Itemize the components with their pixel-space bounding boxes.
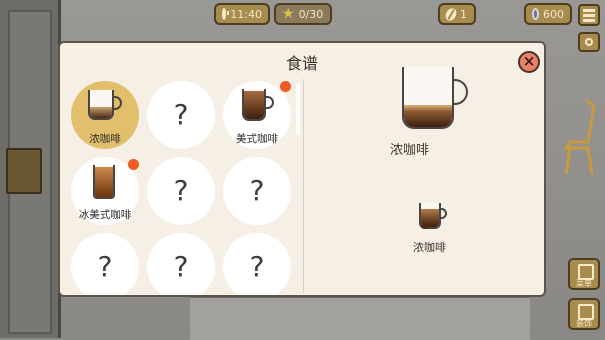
recipe-name: 美式咖啡 [236,133,278,145]
coins-text: 600 [543,7,564,21]
ingredient-name: 浓咖啡 [413,241,446,254]
locked-question-mark: ? [249,250,265,283]
recipe-slot-locked[interactable]: ? [147,233,215,295]
clock-text: 11:40 [230,7,262,21]
counter-shelf [190,296,530,340]
recipe-slot-locked[interactable]: ? [147,157,215,225]
menu-bar-icon [583,9,595,12]
recipe-book-button[interactable]: 菜单 [568,258,600,290]
beans-text: 1 [460,7,467,21]
clock-icon [222,8,230,20]
recipe-book-label: 菜单 [576,279,592,288]
recipe-slot-locked[interactable]: ? [147,81,215,149]
decor-button[interactable]: 装饰 [568,298,600,330]
coins-counter[interactable]: 600 [524,3,572,25]
time-display: 11:40 [214,3,270,25]
beans-counter[interactable]: 1 [438,3,476,25]
panel-divider [303,79,304,293]
camera-button[interactable] [578,32,600,52]
star-icon: ★ [282,6,295,22]
locked-question-mark: ? [173,174,189,207]
coffee-bean-icon [421,223,429,229]
recipe-slot-espresso[interactable]: 浓咖啡 [71,81,139,149]
chair [563,98,596,175]
recipe-slot-locked[interactable]: ? [223,233,291,295]
menu-button[interactable] [578,4,600,26]
menu-bar-icon [583,14,595,17]
new-recipe-badge [280,81,291,92]
locked-question-mark: ? [97,250,113,283]
menu-bar-icon [583,19,595,22]
recipe-grid: 浓咖啡 ? 美式咖啡 冰美式咖啡 ? ? ? ? ? [69,81,295,295]
new-recipe-badge [128,159,139,170]
coin-icon [532,8,539,20]
cafe-sign-board [6,148,42,194]
coffee-bean-icon [443,5,459,23]
recipe-slot-locked[interactable]: ? [71,233,139,295]
locked-question-mark: ? [173,98,189,131]
dialog-title: 食谱 [285,54,318,73]
locked-question-mark: ? [173,250,189,283]
recipe-dialog: 食谱 × 浓咖啡 ? 美式咖啡 冰美式咖啡 ? ? ? ? ? 浓咖啡 浓咖啡 [58,41,546,297]
recipe-slot-americano[interactable]: 美式咖啡 [223,81,291,149]
locked-question-mark: ? [249,174,265,207]
close-button[interactable]: × [518,51,540,73]
stars-progress: ★ 0/30 [274,3,332,25]
stars-text: 0/30 [298,7,324,21]
recipe-name: 冰美式咖啡 [78,209,132,221]
recipe-slot-locked[interactable]: ? [223,157,291,225]
detail-recipe-name: 浓咖啡 [390,143,430,158]
decor-label: 装饰 [576,319,592,328]
recipe-name: 浓咖啡 [89,133,121,145]
recipe-list-scrollbar[interactable] [296,83,300,135]
